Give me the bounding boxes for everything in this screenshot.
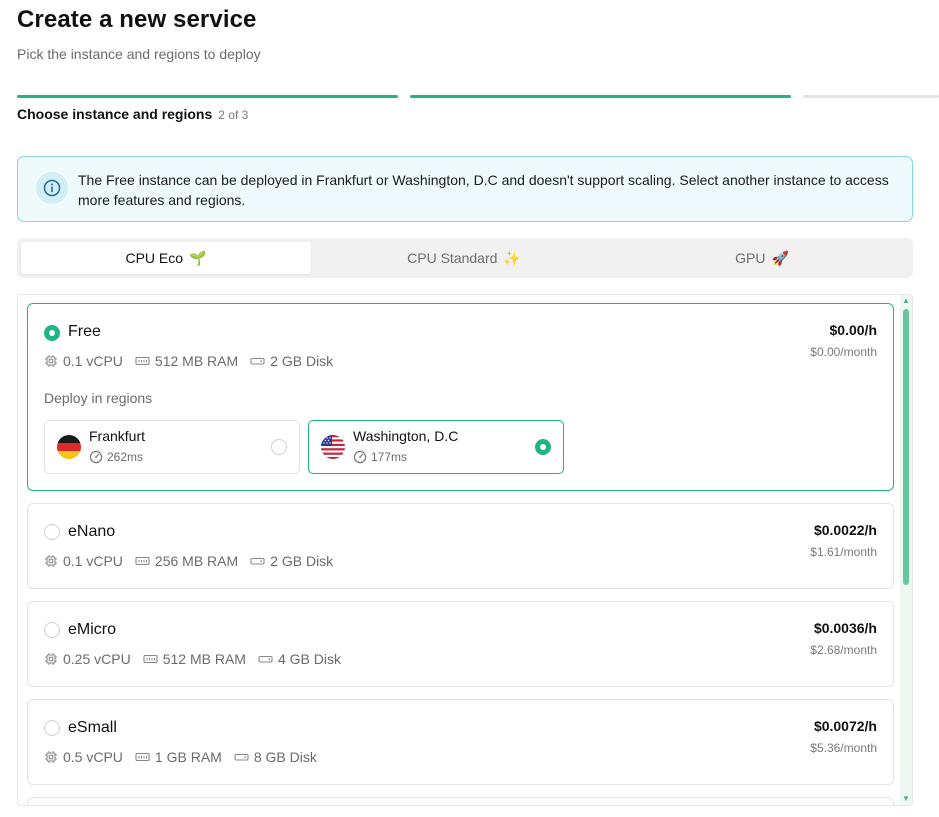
price-monthly: $5.36/month: [810, 741, 877, 755]
cpu-spec: 0.1 vCPU: [44, 553, 123, 569]
progress-step-2: [410, 95, 791, 98]
region-name: Washington, D.C: [353, 428, 459, 444]
page-title: Create a new service: [17, 6, 257, 33]
disk-spec: 2 GB Disk: [250, 353, 333, 369]
instance-card-free[interactable]: Free 0.1 vCPU 512 MB RAM 2 GB Disk $0.00…: [27, 303, 894, 491]
memory-icon: [135, 752, 150, 762]
info-icon: [36, 172, 68, 204]
ram-spec: 512 MB RAM: [143, 651, 246, 667]
tab-gpu[interactable]: GPU 🚀: [617, 242, 907, 274]
tab-cpu-eco[interactable]: CPU Eco 🌱: [21, 242, 311, 274]
tab-cpu-standard[interactable]: CPU Standard ✨: [319, 242, 609, 274]
speedometer-icon: [353, 450, 367, 464]
memory-icon: [143, 654, 158, 664]
cpu-icon: [45, 555, 57, 567]
disk-icon: [234, 753, 249, 761]
region-name: Frankfurt: [89, 428, 146, 444]
instance-category-tabs: CPU Eco 🌱 CPU Standard ✨ GPU 🚀: [17, 238, 913, 278]
instance-card-esmall[interactable]: eSmall 0.5 vCPU 1 GB RAM 8 GB Disk $0.00…: [27, 699, 894, 785]
scroll-up-arrow[interactable]: ▲: [902, 297, 910, 305]
price-monthly: $0.00/month: [810, 345, 877, 359]
info-text: The Free instance can be deployed in Fra…: [78, 172, 889, 208]
price-monthly: $1.61/month: [810, 545, 877, 559]
instance-radio[interactable]: [44, 325, 60, 341]
instance-card-partial[interactable]: [27, 797, 894, 805]
tab-label: CPU Eco: [125, 250, 184, 266]
cpu-icon: [45, 653, 57, 665]
instance-card-enano[interactable]: eNano 0.1 vCPU 256 MB RAM 2 GB Disk $0.0…: [27, 503, 894, 589]
usa-flag-icon: [321, 435, 345, 459]
instance-radio[interactable]: [44, 720, 60, 736]
cpu-icon: [45, 355, 57, 367]
seedling-icon: 🌱: [189, 249, 207, 266]
info-banner: The Free instance can be deployed in Fra…: [17, 156, 913, 222]
cpu-spec: 0.5 vCPU: [44, 749, 123, 765]
price-hourly: $0.0072/h: [813, 718, 877, 734]
progress-step-1: [17, 95, 398, 98]
disk-icon: [250, 357, 265, 365]
memory-icon: [135, 356, 150, 366]
price-hourly: $0.0036/h: [813, 620, 877, 636]
step-count: 2 of 3: [218, 108, 249, 122]
instance-specs: 0.25 vCPU 512 MB RAM 4 GB Disk: [44, 651, 341, 667]
disk-spec: 2 GB Disk: [250, 553, 333, 569]
price-monthly: $2.68/month: [810, 643, 877, 657]
instance-specs: 0.1 vCPU 256 MB RAM 2 GB Disk: [44, 553, 333, 569]
ram-spec: 512 MB RAM: [135, 353, 238, 369]
instance-name: eSmall: [68, 719, 117, 736]
step-label: Choose instance and regions 2 of 3: [17, 106, 248, 122]
region-frankfurt[interactable]: Frankfurt 262ms: [44, 420, 300, 474]
cpu-spec: 0.1 vCPU: [44, 353, 123, 369]
list-scrollbar[interactable]: ▲ ▼: [900, 295, 912, 805]
disk-icon: [258, 655, 273, 663]
rocket-icon: 🚀: [771, 249, 789, 266]
instance-specs: 0.1 vCPU 512 MB RAM 2 GB Disk: [44, 353, 333, 369]
region-latency: 177ms: [353, 450, 407, 464]
price-hourly: $0.0022/h: [813, 522, 877, 538]
deploy-regions-label: Deploy in regions: [44, 390, 153, 406]
speedometer-icon: [89, 450, 103, 464]
ram-spec: 1 GB RAM: [135, 749, 222, 765]
instance-specs: 0.5 vCPU 1 GB RAM 8 GB Disk: [44, 749, 317, 765]
disk-icon: [250, 557, 265, 565]
region-washington-dc[interactable]: Washington, D.C 177ms: [308, 420, 564, 474]
ram-spec: 256 MB RAM: [135, 553, 238, 569]
page-subtitle: Pick the instance and regions to deploy: [17, 46, 261, 62]
instance-name: eNano: [68, 523, 116, 540]
cpu-spec: 0.25 vCPU: [44, 651, 131, 667]
region-radio[interactable]: [271, 439, 287, 455]
germany-flag-icon: [57, 435, 81, 459]
instance-card-emicro[interactable]: eMicro 0.25 vCPU 512 MB RAM 4 GB Disk $0…: [27, 601, 894, 687]
instance-radio[interactable]: [44, 524, 60, 540]
cpu-icon: [45, 751, 57, 763]
scroll-thumb[interactable]: [903, 309, 909, 585]
progress-step-3: [803, 95, 939, 98]
scroll-down-arrow[interactable]: ▼: [902, 795, 910, 803]
tab-label: GPU: [735, 250, 766, 266]
disk-spec: 4 GB Disk: [258, 651, 341, 667]
tab-label: CPU Standard: [407, 250, 498, 266]
instance-radio[interactable]: [44, 622, 60, 638]
region-radio[interactable]: [535, 439, 551, 455]
memory-icon: [135, 556, 150, 566]
price-hourly: $0.00/h: [829, 322, 877, 338]
step-title: Choose instance and regions: [17, 106, 213, 122]
region-latency: 262ms: [89, 450, 143, 464]
instance-name: eMicro: [68, 621, 117, 638]
disk-spec: 8 GB Disk: [234, 749, 317, 765]
instance-name: Free: [68, 323, 101, 340]
instance-list: Free 0.1 vCPU 512 MB RAM 2 GB Disk $0.00…: [17, 294, 913, 806]
sparkles-icon: ✨: [503, 249, 521, 266]
